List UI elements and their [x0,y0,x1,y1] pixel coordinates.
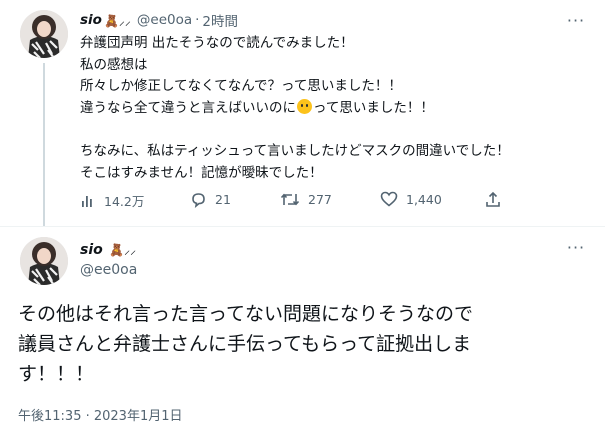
timestamp[interactable]: 午後11:35 · 2023年1月1日 [18,405,183,424]
share-icon [486,191,500,207]
handle[interactable]: @ee0oa [80,262,137,278]
name-emoji: 🧸⸝⸝ [109,243,137,257]
tweet-line: 所々しか修正してなくてなんで？って思いました！！ [80,78,402,95]
retweet-icon [280,193,300,206]
display-name[interactable]: sio [80,242,103,258]
retweet-count: 277 [308,192,332,207]
avatar[interactable] [20,237,68,285]
tweet-line-part: って思いました！！ [313,99,434,116]
action-bar: 14.2万 21 277 1,440 [80,191,510,211]
views-icon [82,195,92,207]
views-button[interactable]: 14.2万 [80,191,144,210]
tweet-line: 弁護団声明 出たそうなので読んでみました！ [80,35,354,51]
tweet-line: 私の感想は [80,56,148,73]
like-count: 1,440 [406,191,442,207]
more-icon[interactable]: ··· [566,13,586,29]
thread-line [43,63,45,226]
tweet-line: 議員さんと弁護士さんに手伝ってもらって証拠出しま [18,333,472,355]
time-ago[interactable]: 2時間 [202,10,238,30]
tweet-line: その他はそれ言った言ってない問題になりそうなので [18,303,474,325]
tweet-text: その他はそれ言った言ってない問題になりそうなので 議員さんと弁護士さんに手伝って… [18,299,588,389]
tweet-header: sio 🧸⸝⸝ @ee0oa · 2時間 [80,10,238,30]
tweet-text: 弁護団声明 出たそうなので読んでみました！ 私の感想は 所々しか修正してなくてな… [80,33,590,184]
views-count: 14.2万 [104,194,145,209]
tweet-line: す！！！ [18,363,95,385]
like-icon [380,191,398,207]
tweet-top[interactable]: sio 🧸⸝⸝ @ee0oa · 2時間 ··· 弁護団声明 出たそうなので読ん… [0,0,605,226]
reply-count: 21 [215,192,231,207]
handle[interactable]: @ee0oa [137,12,192,28]
like-button[interactable]: 1,440 [380,191,442,207]
tweet-line: 違うなら全て違うと言えばいいのに って思いました！！ [80,98,590,120]
tweet-line: ちなみに、私はティッシュって言いましたけどマスクの間違いでした！ [80,142,510,159]
smiling-face-emoji-icon [297,98,312,114]
display-name[interactable]: sio [80,12,102,28]
display-name-row: sio 🧸⸝⸝ [80,241,136,258]
retweet-button[interactable]: 277 [280,191,332,208]
tweet-line-part: 違うなら全て違うと言えばいいのに [80,99,296,116]
reply-icon [192,193,205,208]
avatar[interactable] [20,10,68,58]
name-emoji: 🧸⸝⸝ [103,13,131,28]
share-button[interactable] [485,191,501,208]
tweet-focused: sio 🧸⸝⸝ @ee0oa ··· その他はそれ言った言ってない問題になりそう… [0,227,605,442]
more-icon[interactable]: ··· [566,240,586,256]
reply-button[interactable]: 21 [190,191,231,208]
tweet-line: そこはすみません！記憶が曖昧でした！ [80,164,323,181]
separator: · [195,12,200,28]
